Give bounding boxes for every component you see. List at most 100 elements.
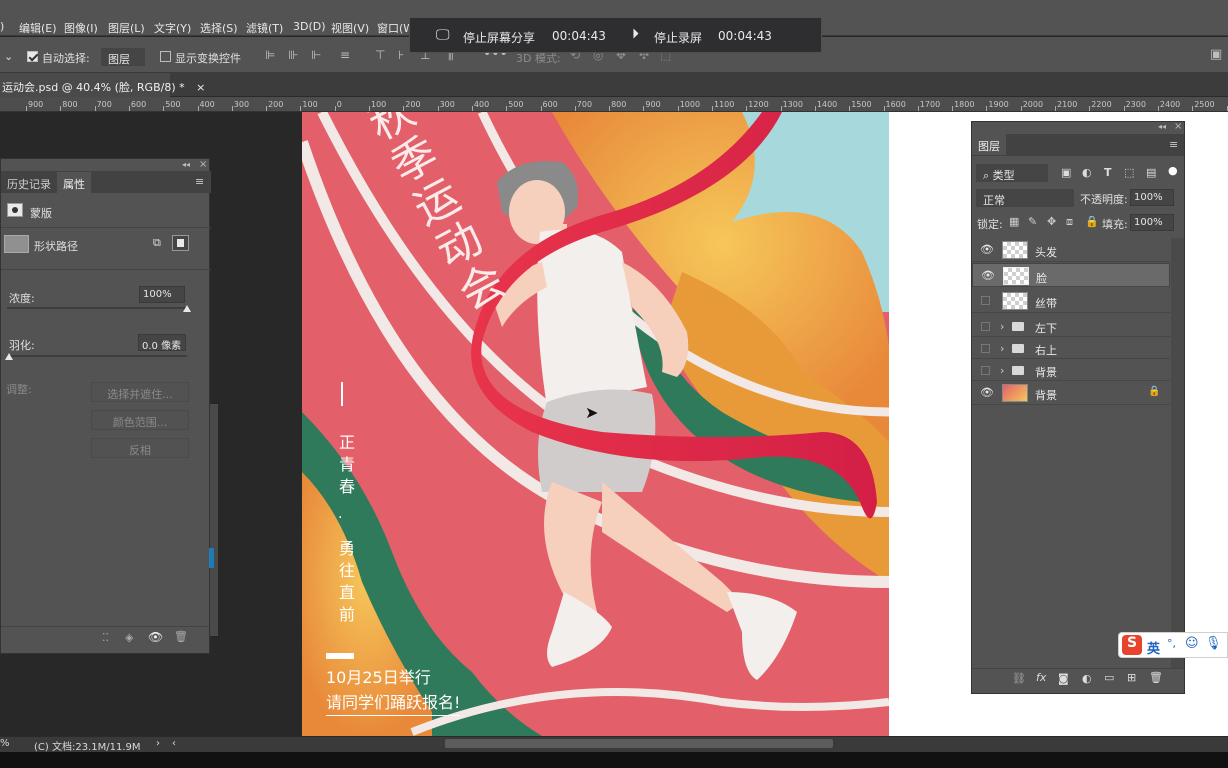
tab-history[interactable]: 历史记录 <box>1 172 57 193</box>
menu-item-edit[interactable]: 编辑(E) <box>19 20 57 36</box>
menu-item-image[interactable]: 图像(I) <box>64 20 98 36</box>
tool-preset-chevron-icon[interactable]: ⌄ <box>4 50 13 63</box>
chevron-right-icon[interactable]: › <box>1000 364 1004 377</box>
eye-icon[interactable]: 👁 <box>981 269 995 282</box>
feather-label: 羽化: <box>9 339 35 352</box>
feather-slider-thumb[interactable] <box>5 353 13 360</box>
menu-item-3d[interactable]: 3D(D) <box>293 20 326 33</box>
fx-icon[interactable]: fx <box>1036 671 1046 684</box>
density-slider-thumb[interactable] <box>183 305 191 312</box>
microphone-icon[interactable]: 🎙 <box>1205 636 1222 651</box>
horizontal-scrollbar-thumb[interactable] <box>445 739 833 748</box>
layer-row-ribbon[interactable]: 丝带 <box>972 289 1170 313</box>
align-top-icon[interactable]: ⊤ <box>375 48 385 62</box>
filter-pixel-icon[interactable]: ▣ <box>1061 166 1071 179</box>
opacity-input[interactable]: 100% <box>1130 189 1174 206</box>
distribute-icon[interactable]: ≡ <box>340 48 350 62</box>
eye-icon[interactable]: 👁 <box>980 386 994 399</box>
auto-select-dropdown[interactable]: 图层 <box>101 48 145 66</box>
sogou-logo-icon[interactable]: S <box>1122 635 1142 655</box>
menu-item-partial[interactable]: ) <box>0 20 4 33</box>
link-layers-icon[interactable]: ⛓ <box>1012 672 1026 685</box>
lock-position-icon[interactable]: ✥ <box>1047 215 1056 228</box>
feather-input[interactable]: 0.0 像素 <box>138 334 186 352</box>
visibility-toggle[interactable] <box>981 322 990 331</box>
trash-icon[interactable]: 🗑 <box>1149 671 1163 684</box>
visibility-toggle[interactable] <box>981 344 990 353</box>
eye-icon[interactable]: 👁 <box>980 243 994 256</box>
load-selection-icon[interactable]: ⁚⁚ <box>102 631 109 644</box>
new-layer-icon[interactable]: ⊞ <box>1127 671 1136 684</box>
menu-item-select[interactable]: 选择(S) <box>200 20 238 36</box>
apply-mask-icon[interactable]: ◈ <box>125 631 133 644</box>
close-panel-icon[interactable]: × <box>199 159 207 170</box>
select-vector-mask-icon[interactable] <box>172 235 189 251</box>
workspace-icon[interactable]: ▣ <box>1210 47 1222 62</box>
eye-icon[interactable]: 👁 <box>148 630 163 644</box>
align-center-icon[interactable]: ⊪ <box>288 48 298 62</box>
ruler-tick-label: 1700 <box>919 100 941 109</box>
trash-icon[interactable]: 🗑 <box>174 630 188 643</box>
layers-scrollbar[interactable] <box>1171 238 1184 668</box>
menu-item-type[interactable]: 文字(Y) <box>154 20 191 36</box>
panel-menu-icon[interactable]: ≡ <box>195 175 204 188</box>
tab-layers[interactable]: 图层 <box>972 134 1006 155</box>
collapse-panel-icon[interactable]: ◂◂ <box>1158 122 1166 131</box>
filter-toggle-icon[interactable]: ● <box>1168 164 1178 177</box>
filter-smart-object-icon[interactable]: ▤ <box>1146 166 1156 179</box>
layer-group-background[interactable]: › 背景 <box>972 359 1170 381</box>
layer-row-background[interactable]: 👁 背景 🔒 <box>972 381 1170 405</box>
filter-adjustment-icon[interactable]: ◐ <box>1082 166 1092 179</box>
lock-all-icon[interactable]: 🔒 <box>1085 215 1099 228</box>
add-mask-icon[interactable]: ◙ <box>1058 672 1069 685</box>
visibility-toggle[interactable] <box>981 366 990 375</box>
status-arrow-icon[interactable]: › <box>156 738 160 749</box>
align-middle-icon[interactable]: ⊦ <box>398 48 404 62</box>
tab-properties[interactable]: 属性 <box>57 172 91 193</box>
adjustment-layer-icon[interactable]: ◐ <box>1082 672 1092 685</box>
feather-slider[interactable] <box>7 355 187 357</box>
layer-group-top-right[interactable]: › 右上 <box>972 337 1170 359</box>
align-right-icon[interactable]: ⊩ <box>311 48 321 62</box>
filter-shape-icon[interactable]: ⬚ <box>1124 166 1134 179</box>
layer-filter-dropdown[interactable]: ⌕ 类型 <box>976 164 1048 182</box>
document-tab[interactable]: 运动会.psd @ 40.4% (脸, RGB/8) * × <box>0 73 205 97</box>
new-group-icon[interactable]: ▭ <box>1104 671 1114 684</box>
layer-group-bottom-left[interactable]: › 左下 <box>972 315 1170 337</box>
select-and-mask-button[interactable]: 选择并遮住... <box>91 382 189 402</box>
show-transform-checkbox[interactable] <box>160 51 171 62</box>
punctuation-icon[interactable]: °, <box>1167 637 1176 650</box>
ime-language[interactable]: 英 <box>1147 638 1160 657</box>
chevron-right-icon[interactable]: › <box>1000 342 1004 355</box>
panel-menu-icon[interactable]: ≡ <box>1169 138 1178 151</box>
visibility-toggle[interactable] <box>981 296 990 305</box>
menu-item-layer[interactable]: 图层(L) <box>108 20 145 36</box>
lock-transparent-icon[interactable]: ▦ <box>1009 215 1019 228</box>
emoji-icon[interactable]: ☺ <box>1185 636 1199 651</box>
stop-share-button[interactable]: 停止屏幕分享 <box>463 29 535 46</box>
density-slider[interactable] <box>7 307 187 309</box>
close-tab-icon[interactable]: × <box>196 81 205 94</box>
scroll-left-icon[interactable]: ‹ <box>172 738 176 749</box>
auto-select-checkbox[interactable] <box>27 51 38 62</box>
select-pixel-mask-icon[interactable]: ⧉ <box>153 236 161 250</box>
poster-canvas[interactable]: 秋季运动会 正青春 · 勇往直前 10月25日举行 请同学们踊跃报名! <box>302 112 889 736</box>
collapse-panel-icon[interactable]: ◂◂ <box>182 160 190 169</box>
color-range-button[interactable]: 颜色范围... <box>91 410 189 430</box>
filter-type-icon[interactable]: T <box>1104 166 1112 179</box>
menu-item-view[interactable]: 视图(V) <box>331 20 369 36</box>
fill-input[interactable]: 100% <box>1130 214 1174 231</box>
lock-paint-icon[interactable]: ✎ <box>1028 215 1037 228</box>
layer-row-face[interactable]: 👁 脸 <box>972 263 1170 287</box>
density-input[interactable]: 100% <box>139 286 185 303</box>
layer-row-hair[interactable]: 👁 头发 <box>972 238 1170 262</box>
lock-artboard-icon[interactable]: ⧈ <box>1066 215 1073 229</box>
zoom-level[interactable]: % <box>0 738 10 749</box>
chevron-right-icon[interactable]: › <box>1000 320 1004 333</box>
blend-mode-dropdown[interactable]: 正常 <box>976 189 1074 207</box>
close-panel-icon[interactable]: × <box>1174 121 1182 132</box>
invert-button[interactable]: 反相 <box>91 438 189 458</box>
align-left-icon[interactable]: ⊫ <box>265 48 275 62</box>
stop-record-button[interactable]: 停止录屏 <box>654 29 702 46</box>
menu-item-filter[interactable]: 滤镜(T) <box>246 20 283 36</box>
